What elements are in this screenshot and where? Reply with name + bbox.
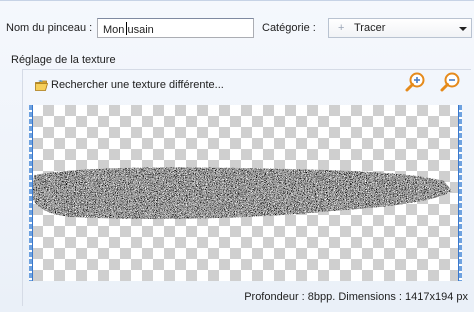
brush-settings-panel: Nom du pinceau : Mon usain Catégorie : +… — [0, 0, 474, 312]
chevron-down-icon — [459, 27, 467, 31]
preview-right-edge — [458, 105, 462, 281]
brush-name-input[interactable]: Mon usain — [97, 18, 254, 38]
texture-section-title: Réglage de la texture — [11, 54, 116, 66]
category-value: Tracer — [354, 22, 386, 34]
texture-status-text: Profondeur : 8bpp. Dimensions : 1417x194… — [244, 291, 468, 303]
brush-name-text-after-caret: usain — [127, 24, 154, 36]
brush-name-text-before-caret: Mon — [103, 24, 128, 36]
zoom-out-icon[interactable] — [437, 70, 463, 96]
zoom-in-icon[interactable] — [402, 70, 428, 96]
charcoal-stroke-texture — [32, 167, 452, 219]
folder-icon — [35, 80, 48, 91]
brush-name-label: Nom du pinceau : — [6, 22, 93, 34]
search-texture-link-text: Rechercher une texture différente... — [51, 79, 224, 91]
brush-name-row: Nom du pinceau : Mon usain Catégorie : +… — [0, 18, 474, 42]
plus-icon: + — [338, 22, 345, 34]
preview-left-edge — [29, 105, 33, 281]
category-dropdown[interactable]: + Tracer — [328, 18, 472, 38]
category-label: Catégorie : — [262, 22, 316, 34]
